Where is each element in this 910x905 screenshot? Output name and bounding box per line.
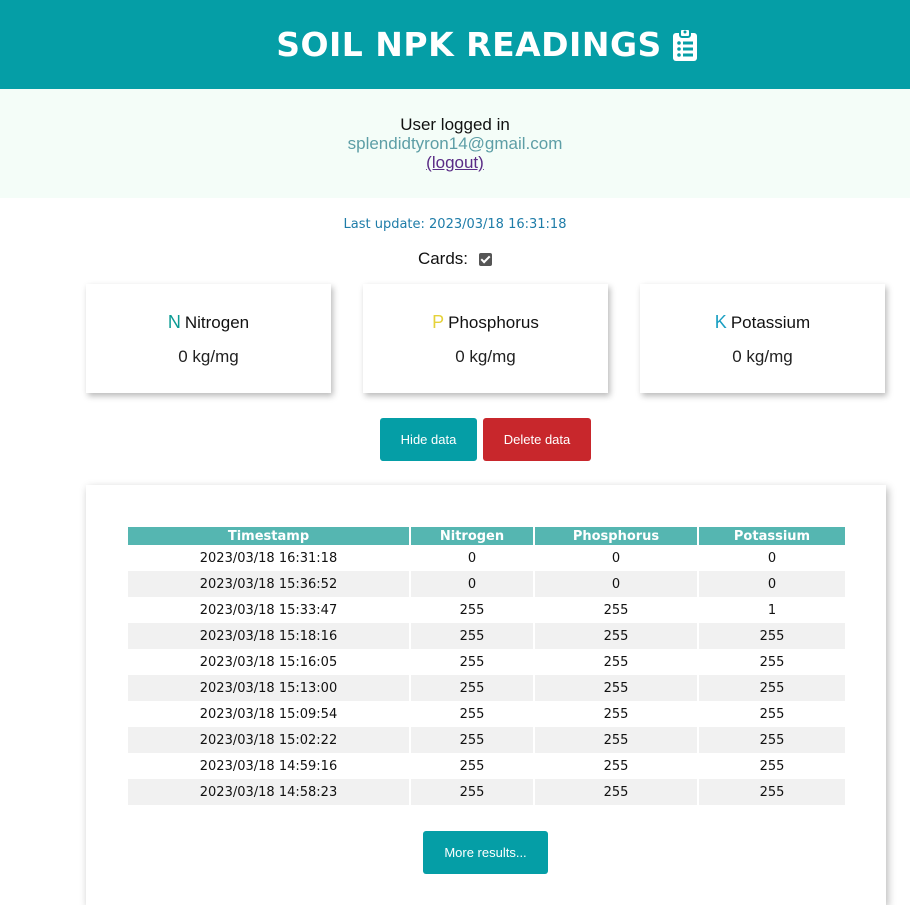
phosphorus-card: P Phosphorus 0 kg/mg (363, 284, 608, 393)
phosphorus-value: 0 kg/mg (455, 347, 516, 366)
cell-potassium: 255 (759, 706, 785, 722)
cell-phosphorus: 255 (535, 623, 699, 649)
cell-timestamp: 2023/03/18 14:59:16 (128, 753, 411, 779)
table-row: 2023/03/18 15:18:16 255 255 255 (128, 623, 845, 649)
nitrogen-value: 0 kg/mg (178, 347, 239, 366)
cell-nitrogen: 255 (411, 701, 535, 727)
potassium-label: Potassium (730, 313, 811, 332)
cell-nitrogen: 255 (411, 753, 535, 779)
phosphorus-card-title: P Phosphorus (363, 312, 608, 333)
cell-nitrogen: 0 (411, 571, 535, 597)
table-row: 2023/03/18 15:16:05 255 255 255 (128, 649, 845, 675)
cell-phosphorus: 255 (535, 727, 699, 753)
more-results-button[interactable]: More results... (423, 831, 548, 874)
cell-timestamp: 2023/03/18 15:18:16 (128, 623, 411, 649)
header-phosphorus: Phosphorus (535, 527, 699, 545)
potassium-value: 0 kg/mg (732, 347, 793, 366)
cell-potassium: 0 (767, 550, 777, 566)
cell-nitrogen: 255 (411, 727, 535, 753)
cell-phosphorus: 255 (535, 597, 699, 623)
table-row: 2023/03/18 15:09:54 255 255 255 (128, 701, 845, 727)
table-header-row: Timestamp Nitrogen Phosphorus Potassium (128, 527, 845, 545)
logout-link[interactable]: (logout) (426, 153, 484, 172)
cell-phosphorus: 0 (535, 571, 699, 597)
nitrogen-letter-icon: N (167, 312, 181, 332)
top-nav: SOIL NPK READINGS (0, 0, 910, 89)
delete-data-button[interactable]: Delete data (483, 418, 591, 461)
readings-table: Timestamp Nitrogen Phosphorus Potassium … (128, 527, 845, 805)
potassium-letter-icon: K (714, 312, 727, 332)
table-row: 2023/03/18 15:33:47 255 255 1 (128, 597, 845, 623)
cell-phosphorus: 255 (535, 675, 699, 701)
cell-nitrogen: 255 (411, 623, 535, 649)
phosphorus-label: Phosphorus (448, 313, 539, 332)
table-row: 2023/03/18 15:36:52 0 0 0 (128, 571, 845, 597)
cell-nitrogen: 0 (411, 545, 535, 571)
user-email: splendidtyron14@gmail.com (347, 134, 563, 153)
login-status-label: User logged in (400, 115, 510, 134)
header-timestamp: Timestamp (128, 527, 411, 545)
cell-timestamp: 2023/03/18 14:58:23 (128, 779, 411, 805)
table-row: 2023/03/18 16:31:18 0 0 0 (128, 545, 845, 571)
cell-potassium: 255 (699, 675, 845, 701)
header-nitrogen: Nitrogen (411, 527, 535, 545)
cell-potassium: 255 (699, 779, 845, 805)
cell-timestamp: 2023/03/18 15:09:54 (128, 701, 411, 727)
cell-potassium: 255 (759, 654, 785, 670)
phosphorus-letter-icon: P (432, 312, 445, 332)
cards-checkbox[interactable] (479, 252, 493, 266)
hide-data-button[interactable]: Hide data (380, 418, 477, 461)
last-update-text: Last update: 2023/03/18 16:31:18 (343, 217, 567, 232)
nitrogen-label: Nitrogen (184, 313, 250, 332)
cards-toggle-label: Cards: (417, 249, 469, 268)
cell-phosphorus: 0 (535, 545, 699, 571)
potassium-card-title: K Potassium (640, 312, 885, 333)
potassium-card: K Potassium 0 kg/mg (640, 284, 885, 393)
cell-potassium: 255 (699, 727, 845, 753)
cell-timestamp: 2023/03/18 15:33:47 (128, 597, 411, 623)
cell-nitrogen: 255 (411, 675, 535, 701)
cell-timestamp: 2023/03/18 15:16:05 (128, 649, 411, 675)
cell-phosphorus: 255 (535, 753, 699, 779)
cell-nitrogen: 255 (411, 597, 535, 623)
cell-potassium: 0 (699, 571, 845, 597)
cell-phosphorus: 255 (535, 779, 699, 805)
cell-potassium: 1 (767, 602, 777, 618)
cell-timestamp: 2023/03/18 15:02:22 (128, 727, 411, 753)
header-potassium: Potassium (699, 527, 845, 545)
cell-timestamp: 2023/03/18 15:36:52 (128, 571, 411, 597)
table-row: 2023/03/18 14:59:16 255 255 255 (128, 753, 845, 779)
nitrogen-card: N Nitrogen 0 kg/mg (86, 284, 331, 393)
table-row: 2023/03/18 14:58:23 255 255 255 (128, 779, 845, 805)
readings-table-card: Timestamp Nitrogen Phosphorus Potassium … (86, 485, 886, 905)
page-title-text: SOIL NPK READINGS (276, 25, 662, 64)
nitrogen-card-title: N Nitrogen (86, 312, 331, 333)
clipboard-list-icon (672, 27, 698, 62)
cell-timestamp: 2023/03/18 15:13:00 (128, 675, 411, 701)
page-title: SOIL NPK READINGS (276, 25, 698, 64)
table-row: 2023/03/18 15:02:22 255 255 255 (128, 727, 845, 753)
cell-nitrogen: 255 (411, 649, 535, 675)
cell-timestamp: 2023/03/18 16:31:18 (128, 545, 411, 571)
cards-toggle: Cards: (0, 249, 910, 269)
cell-phosphorus: 255 (535, 701, 699, 727)
cell-potassium: 255 (699, 623, 845, 649)
table-row: 2023/03/18 15:13:00 255 255 255 (128, 675, 845, 701)
cell-phosphorus: 255 (535, 649, 699, 675)
auth-panel: User logged in splendidtyron14@gmail.com… (0, 89, 910, 198)
cell-potassium: 255 (759, 758, 785, 774)
cell-nitrogen: 255 (411, 779, 535, 805)
